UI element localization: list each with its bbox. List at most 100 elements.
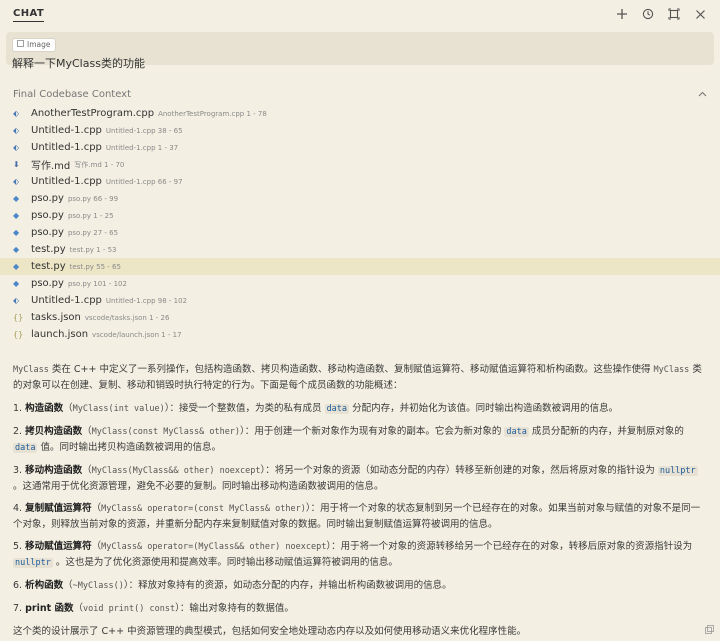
item-text: 释放对象持有的资源，如动态分配的内存，并输出析构函数被调用的信息。 [138, 580, 452, 591]
file-meta: vscode/launch.json 1 - 17 [92, 331, 182, 339]
tab-chat[interactable]: CHAT [13, 8, 45, 22]
answer-summary: MyClass 类在 C++ 中定义了一系列操作，包括构造函数、拷贝构造函数、移… [13, 362, 707, 393]
context-header[interactable]: Final Codebase Context [13, 87, 707, 101]
copy-icon[interactable] [705, 625, 714, 637]
file-meta: Untitled-1.cpp 38 - 65 [106, 127, 183, 135]
line-range: 98 - 102 [157, 296, 188, 305]
item-title: print 函数 [25, 603, 74, 614]
context-file-item[interactable]: ⬇ 写作.md 写作.md 1 - 70 [0, 156, 720, 173]
file-meta: test.py 55 - 65 [70, 263, 121, 271]
image-chip[interactable]: Image [12, 37, 56, 52]
item-title: 移动构造函数 [25, 465, 83, 476]
close-icon[interactable] [692, 6, 708, 22]
context-file-item[interactable]: {} launch.json vscode/launch.json 1 - 17 [0, 326, 720, 343]
inline-code: MyClass [13, 365, 49, 375]
py-file-icon: ◆ [13, 211, 20, 220]
file-name: pso.py [31, 193, 64, 204]
item-text: 成员分配新的内存，并复制原对象的 [528, 426, 684, 437]
line-range: 38 - 65 [157, 126, 183, 135]
assistant-answer: MyClass 类在 C++ 中定义了一系列操作，包括构造函数、拷贝构造函数、移… [0, 362, 720, 639]
item-number: 6. [13, 580, 23, 591]
line-range: 1 - 70 [104, 160, 125, 169]
summary-text: 类在 C++ 中定义了一系列操作，包括构造函数、拷贝构造函数、移动构造函数、复制… [48, 364, 654, 375]
file-name: 写作.md [31, 161, 71, 172]
line-range: 55 - 65 [96, 262, 121, 271]
file-path: 写作.md [74, 160, 102, 169]
context-file-item[interactable]: {} tasks.json vscode/tasks.json 1 - 26 [0, 309, 720, 326]
user-message: Image 解释一下MyClass类的功能 [6, 32, 714, 70]
context-file-item[interactable]: ⬖ Untitled-1.cpp Untitled-1.cpp 66 - 97 [0, 173, 720, 190]
member-function-item: 6. 析构函数（~MyClass()）：释放对象持有的资源，如动态分配的内存，并… [13, 580, 452, 591]
item-signature: MyClass(int value) [72, 404, 165, 414]
file-path: test.py [69, 262, 94, 271]
item-signature: MyClass(MyClass&& other) noexcept [91, 466, 261, 476]
member-function-item: 2. 拷贝构造函数（MyClass(const MyClass& other)）… [13, 426, 684, 453]
item-number: 7. [13, 603, 23, 614]
py-file-icon: ◆ [13, 194, 20, 203]
file-name: Untitled-1.cpp [31, 176, 102, 187]
file-path: vscode/launch.json [92, 330, 160, 339]
codebase-context: Final Codebase Context ⬖ AnotherTestProgr… [0, 87, 720, 343]
line-range: 1 - 17 [161, 330, 182, 339]
file-path: pso.py [67, 211, 92, 220]
context-file-item[interactable]: ⬖ Untitled-1.cpp Untitled-1.cpp 1 - 37 [0, 139, 720, 156]
file-name: pso.py [31, 210, 64, 221]
cpp-file-icon: ⬖ [13, 109, 20, 118]
cpp-file-icon: ⬖ [13, 177, 20, 186]
context-file-item[interactable]: ◆ test.py test.py 55 - 65 [0, 258, 720, 275]
py-file-icon: ◆ [13, 245, 20, 254]
file-path: Untitled-1.cpp [105, 177, 156, 186]
file-meta: pso.py 27 - 65 [68, 229, 118, 237]
history-icon[interactable] [640, 6, 656, 22]
item-signature: ~MyClass() [72, 581, 124, 591]
item-title: 构造函数 [25, 403, 64, 414]
item-text: 分配内存，并初始化为该值。同时输出构造函数被调用的信息。 [349, 403, 619, 414]
member-function-list: 1. 构造函数（MyClass(int value)）：接受一个整数值，为类的私… [13, 401, 707, 617]
item-title: 移动赋值运算符 [25, 541, 92, 552]
maximize-icon[interactable] [666, 6, 682, 22]
member-function-item: 4. 复制赋值运算符（MyClass& operator=(const MyCl… [13, 503, 701, 530]
md-file-icon: ⬇ [13, 160, 20, 169]
file-name: Untitled-1.cpp [31, 142, 102, 153]
member-function-item: 5. 移动赋值运算符（MyClass& operator=(MyClass&& … [13, 541, 693, 568]
inline-code: data [504, 427, 529, 437]
file-path: pso.py [67, 228, 92, 237]
chevron-up-icon[interactable] [698, 89, 707, 100]
file-meta: test.py 1 - 53 [70, 246, 117, 254]
file-path: AnotherTestProgram.cpp [158, 109, 245, 118]
json-file-icon: {} [13, 330, 24, 339]
context-file-item[interactable]: ◆ pso.py pso.py 1 - 25 [0, 207, 720, 224]
inline-code: data [13, 443, 38, 453]
context-file-item[interactable]: ⬖ Untitled-1.cpp Untitled-1.cpp 98 - 102 [0, 292, 720, 309]
file-meta: vscode/tasks.json 1 - 26 [85, 314, 170, 322]
item-text: 接受一个整数值，为类的私有成员 [179, 403, 325, 414]
json-file-icon: {} [13, 313, 24, 322]
item-signature: MyClass& operator=(MyClass&& other) noex… [101, 542, 327, 552]
line-range: 66 - 97 [157, 177, 183, 186]
cpp-file-icon: ⬖ [13, 296, 20, 305]
file-name: AnotherTestProgram.cpp [31, 108, 155, 119]
line-range: 1 - 37 [157, 143, 179, 152]
context-file-item[interactable]: ⬖ AnotherTestProgram.cpp AnotherTestProgra… [0, 105, 720, 122]
context-file-item[interactable]: ◆ test.py test.py 1 - 53 [0, 241, 720, 258]
context-file-item[interactable]: ◆ pso.py pso.py 27 - 65 [0, 224, 720, 241]
item-number: 1. [13, 403, 23, 414]
context-file-item[interactable]: ◆ pso.py pso.py 66 - 99 [0, 190, 720, 207]
new-chat-icon[interactable] [614, 6, 630, 22]
file-name: launch.json [31, 329, 89, 340]
item-signature: MyClass(const MyClass& other) [91, 427, 241, 437]
file-path: Untitled-1.cpp [105, 296, 156, 305]
inline-code: nullptr [657, 466, 698, 476]
file-name: test.py [31, 244, 66, 255]
inline-code: nullptr [13, 558, 53, 568]
context-file-item[interactable]: ◆ pso.py pso.py 101 - 102 [0, 275, 720, 292]
line-range: 1 - 25 [93, 211, 114, 220]
file-name: Untitled-1.cpp [31, 295, 102, 306]
line-range: 1 - 26 [149, 313, 170, 322]
file-meta: pso.py 1 - 25 [68, 212, 114, 220]
file-meta: pso.py 66 - 99 [68, 195, 118, 203]
user-message-text: 解释一下MyClass类的功能 [12, 56, 145, 70]
context-file-item[interactable]: ⬖ Untitled-1.cpp Untitled-1.cpp 38 - 65 [0, 122, 720, 139]
item-text: 。这也是为了优化资源使用和提高效率。同时输出移动赋值运算符被调用的信息。 [52, 557, 398, 568]
line-range: 101 - 102 [93, 279, 127, 288]
